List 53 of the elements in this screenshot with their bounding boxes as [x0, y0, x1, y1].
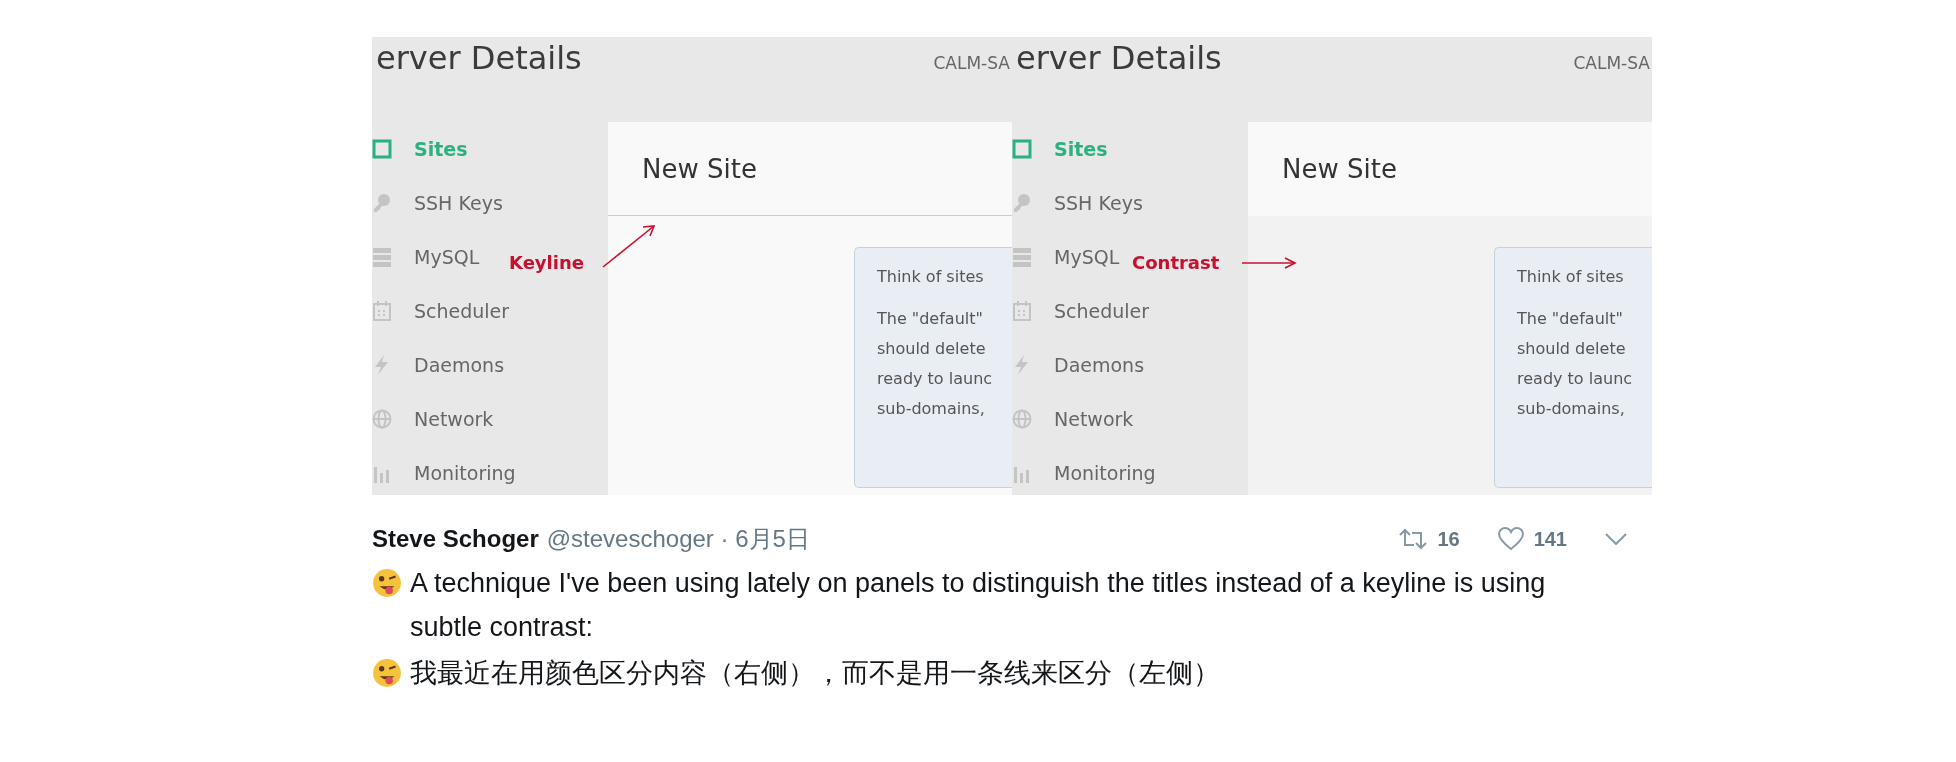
panel-title: New Site: [1282, 154, 1397, 184]
globe-icon: [1012, 409, 1032, 429]
heart-icon: [1497, 527, 1524, 551]
author-name[interactable]: Steve Schoger: [372, 525, 539, 553]
info-text: The "default": [877, 308, 984, 330]
sidebar-item[interactable]: SSH Keys: [1012, 176, 1143, 230]
tweet-text: 我最近在用颜色区分内容（右侧），而不是用一条线来区分（左侧）: [410, 657, 1220, 690]
sidebar-item[interactable]: Monitoring: [372, 446, 516, 495]
server-icon: [372, 247, 392, 267]
window-icon: [1012, 139, 1032, 159]
info-text: ready to launc: [877, 368, 994, 390]
sidebar-item[interactable]: Monitoring: [1012, 446, 1156, 495]
page-title: erver Details: [375, 39, 582, 77]
window-icon: [372, 139, 392, 159]
sidebar-item[interactable]: MySQL: [1012, 230, 1120, 284]
annotation-label: Contrast: [1132, 252, 1220, 273]
key-icon: [372, 193, 392, 213]
sidebar-item[interactable]: Network: [1012, 392, 1134, 446]
page-title: erver Details: [1015, 39, 1222, 77]
key-icon: [1012, 193, 1032, 213]
annotation-arrow: [601, 223, 657, 269]
sidebar-item[interactable]: SSH Keys: [372, 176, 503, 230]
panel-title: New Site: [642, 153, 757, 184]
globe-icon: [372, 409, 392, 429]
retweet-button[interactable]: 16: [1399, 527, 1460, 551]
info-text: Think of sites: [1517, 266, 1625, 288]
emoji-icon: [372, 658, 402, 688]
info-text: ready to launc: [1517, 368, 1634, 390]
emoji-icon: [372, 568, 402, 598]
annotation-label: Keyline: [509, 252, 584, 273]
sidebar-item[interactable]: Daemons: [1012, 338, 1145, 392]
info-text: Think of sites: [877, 266, 985, 288]
server-icon: [1012, 247, 1032, 267]
retweet-icon: [1399, 527, 1428, 551]
sidebar-item[interactable]: Network: [372, 392, 494, 446]
info-text: should delete: [1517, 338, 1627, 360]
sidebar-item[interactable]: MySQL: [372, 230, 480, 284]
calendar-icon: [372, 301, 392, 321]
server-name: CALM-SA: [1573, 52, 1651, 73]
author-handle[interactable]: @steveschoger · 6月5日: [546, 523, 810, 555]
info-text: The "default": [1517, 308, 1624, 330]
annotation-arrow: [1241, 257, 1297, 269]
chevron-down-icon[interactable]: [1605, 533, 1627, 545]
info-text: sub-domains,: [877, 398, 986, 420]
calendar-icon: [1012, 301, 1032, 321]
tweet-text: A technique I've been using lately on panels to distinguish the titles instead of a keyline is using subtle contrast:: [410, 567, 1547, 644]
like-button[interactable]: 141: [1497, 527, 1567, 551]
server-name: CALM-SA: [933, 52, 1011, 73]
info-text: should delete: [877, 338, 987, 360]
sidebar-item[interactable]: Daemons: [372, 338, 505, 392]
sidebar-item[interactable]: Scheduler: [372, 284, 510, 338]
info-text: sub-domains,: [1517, 398, 1626, 420]
sidebar-item[interactable]: Scheduler: [1012, 284, 1150, 338]
